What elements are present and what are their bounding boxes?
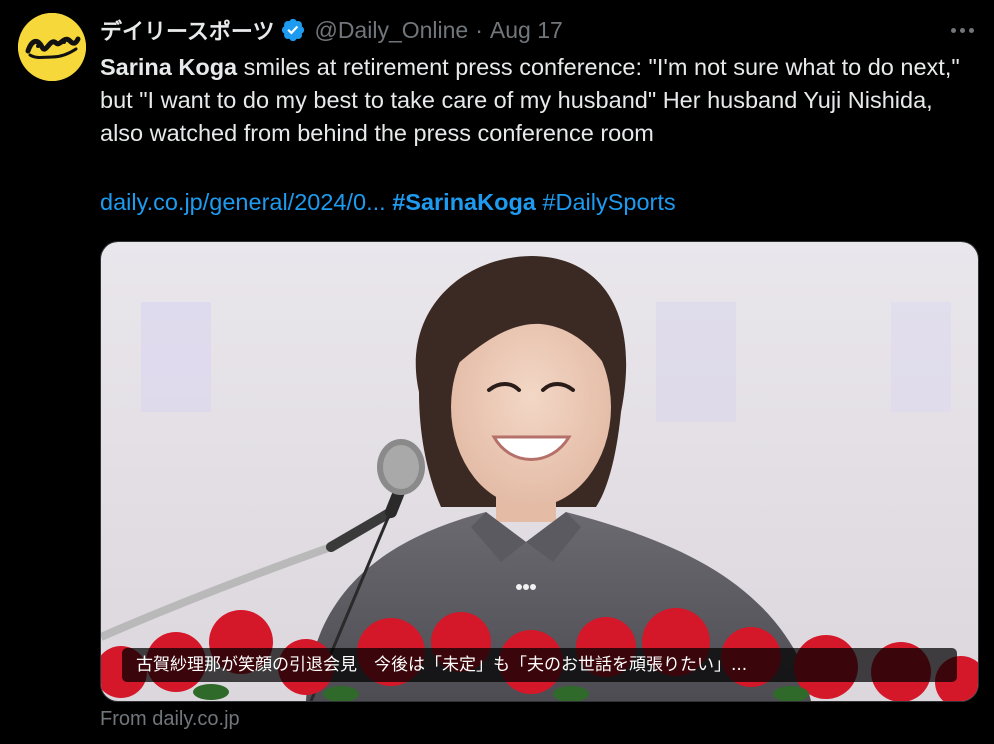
more-options-icon[interactable] (946, 16, 978, 44)
daily-sports-logo-icon (18, 13, 86, 81)
hashtag-dailysports[interactable]: #DailySports (542, 189, 675, 215)
tweet: デイリースポーツ @Daily_Online · Aug 17 Sarina K… (0, 0, 994, 744)
separator-dot: · (475, 16, 483, 43)
tweet-text: Sarina Koga smiles at retirement press c… (100, 51, 970, 150)
tweet-date[interactable]: Aug 17 (490, 17, 563, 44)
card-source[interactable]: From daily.co.jp (100, 708, 240, 731)
card-photo (101, 242, 978, 701)
hashtag-sarinakoga[interactable]: #SarinaKoga (392, 189, 536, 215)
card-caption: 古賀紗理那が笑顔の引退会見 今後は「未定」も「夫のお世話を頑張りたい」... (122, 648, 957, 682)
tweet-links: daily.co.jp/general/2024/0... #SarinaKog… (100, 186, 676, 219)
user-handle[interactable]: @Daily_Online (314, 17, 468, 44)
avatar[interactable] (18, 13, 86, 81)
verified-badge-icon (280, 17, 306, 43)
tweet-text-bold: Sarina Koga (100, 54, 238, 80)
tweet-header: デイリースポーツ @Daily_Online · Aug 17 (100, 14, 563, 46)
article-link[interactable]: daily.co.jp/general/2024/0... (100, 189, 386, 215)
display-name[interactable]: デイリースポーツ (100, 14, 274, 46)
link-card[interactable]: 古賀紗理那が笑顔の引退会見 今後は「未定」も「夫のお世話を頑張りたい」... (100, 241, 979, 702)
